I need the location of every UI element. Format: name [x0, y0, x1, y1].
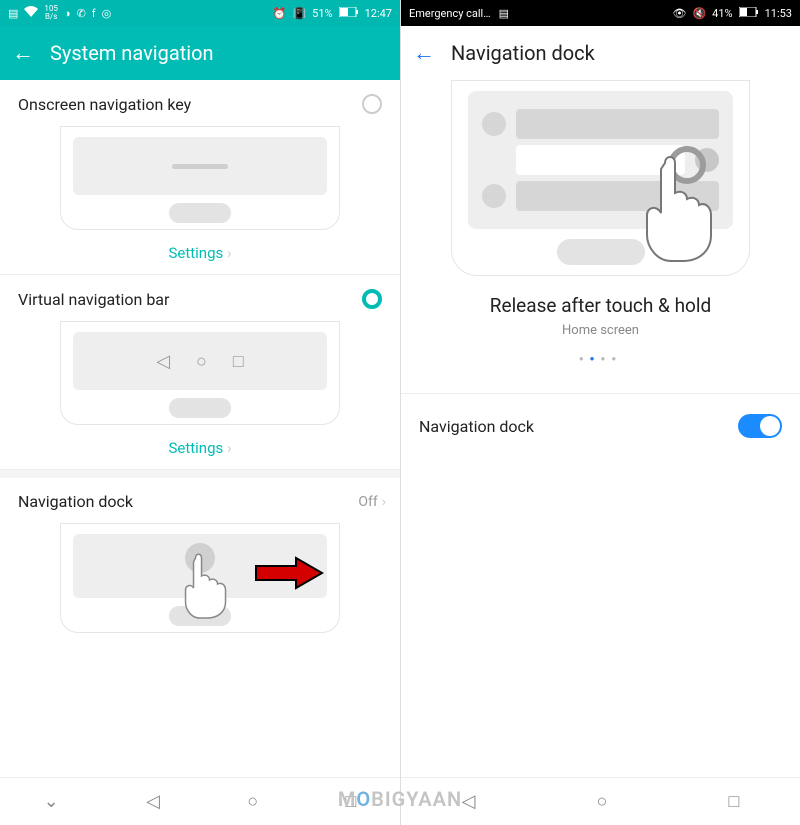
dot-icon: ● [579, 354, 590, 363]
wifi-icon [24, 6, 38, 20]
battery-icon [339, 7, 359, 20]
statusbar-left: ▤ 105 B/s ◑ ✆ f ◎ ⏰ 📳 51% 12:47 [0, 0, 400, 26]
settings-label: Settings [168, 244, 223, 262]
mute-icon: 🔇 [692, 7, 706, 20]
clock-text: 11:53 [765, 7, 792, 20]
page-indicator[interactable]: ●●●● [401, 354, 800, 363]
tutorial-title: Release after touch & hold [401, 294, 800, 317]
back-triangle-icon[interactable]: ◁ [146, 791, 160, 812]
home-circle-icon[interactable]: ○ [247, 791, 258, 812]
sim-icon: ▤ [499, 7, 509, 20]
network-speed: 105 B/s [44, 5, 58, 21]
home-circle-icon[interactable]: ○ [597, 791, 608, 812]
header-left: ← System navigation [0, 26, 400, 80]
battery-pct: 51% [312, 7, 332, 20]
radio-checked-icon[interactable] [362, 289, 382, 309]
toggle-label: Navigation dock [419, 417, 534, 436]
option-virtual-nav-bar[interactable]: Virtual navigation bar [0, 275, 400, 315]
status-left-icons: ▤ 105 B/s ◑ ✆ f ◎ [8, 5, 111, 21]
content-left: Onscreen navigation key Settings › Virtu… [0, 80, 400, 777]
vibrate-icon: 📳 [292, 7, 306, 20]
home-pill-icon [169, 398, 231, 418]
back-triangle-icon: ◁ [156, 351, 170, 372]
tutorial-illustration [451, 80, 750, 276]
recents-square-icon[interactable]: □ [729, 791, 740, 812]
recents-square-icon: □ [233, 351, 244, 372]
status-right-icons: ⏰ 📳 51% 12:47 [273, 7, 392, 20]
screen-left: ▤ 105 B/s ◑ ✆ f ◎ ⏰ 📳 51% 12:47 ← System… [0, 0, 400, 825]
screen-right: Emergency call… ▤ 👁 🔇 41% 11:53 ← Naviga… [400, 0, 800, 825]
statusbar-right: Emergency call… ▤ 👁 🔇 41% 11:53 [401, 0, 800, 26]
header-right: ← Navigation dock [401, 26, 800, 80]
chevron-right-icon: › [227, 244, 232, 262]
page-title: Navigation dock [451, 41, 595, 65]
option-navigation-dock[interactable]: Navigation dock Off › [0, 470, 400, 517]
navigation-dock-toggle-row[interactable]: Navigation dock [401, 394, 800, 458]
back-arrow-icon[interactable]: ← [12, 40, 34, 66]
gesture-line-icon [172, 164, 228, 169]
dot-active-icon: ● [590, 354, 601, 363]
hide-nav-icon[interactable]: ⌄ [44, 791, 59, 812]
toggle-switch-on[interactable] [738, 414, 782, 438]
alarm-icon: ⏰ [273, 7, 287, 20]
status-left-group: Emergency call… ▤ [409, 7, 509, 20]
content-right: Release after touch & hold Home screen ●… [401, 80, 800, 777]
eye-comfort-icon: 👁 [673, 7, 687, 20]
annotation-arrow-icon [254, 556, 324, 590]
tutorial-subtitle: Home screen [401, 323, 800, 338]
illustration-virtual-navbar: ◁ ○ □ [60, 321, 340, 425]
settings-link-onscreen[interactable]: Settings › [0, 238, 400, 275]
soft-nav-bar-left: ⌄ ◁ ○ □ [0, 777, 400, 825]
option-label: Onscreen navigation key [18, 95, 191, 114]
back-arrow-icon[interactable]: ← [413, 40, 435, 66]
chevron-right-icon: › [382, 494, 386, 510]
home-pill-icon [169, 203, 231, 223]
chrome-icon: ◎ [102, 7, 112, 20]
settings-link-virtual[interactable]: Settings › [0, 433, 400, 470]
facebook-icon: f [92, 7, 96, 20]
option-label: Virtual navigation bar [18, 290, 169, 309]
dot-icon: ● [601, 354, 612, 363]
soft-nav-bar-right: ◁ ○ □ [401, 777, 800, 825]
whatsapp-icon: ✆ [77, 7, 86, 20]
option-value: Off [358, 494, 377, 510]
kbps-unit: B/s [45, 13, 57, 21]
chevron-right-icon: › [227, 439, 232, 457]
dot-icon: ● [611, 354, 622, 363]
battery-icon [739, 7, 759, 20]
back-triangle-icon[interactable]: ◁ [462, 791, 476, 812]
clock-text: 12:47 [365, 7, 392, 20]
option-label: Navigation dock [18, 492, 133, 511]
list-bar-icon [516, 109, 719, 139]
app-dot-icon [482, 184, 506, 208]
illustration-onscreen-key [60, 126, 340, 230]
emergency-call-text: Emergency call… [409, 7, 491, 20]
option-onscreen-nav-key[interactable]: Onscreen navigation key [0, 80, 400, 120]
telegram-icon: ◑ [64, 7, 71, 20]
recents-square-icon[interactable]: □ [345, 791, 356, 812]
page-title: System navigation [50, 41, 214, 65]
battery-pct: 41% [712, 7, 732, 20]
sim-icon: ▤ [8, 7, 18, 20]
settings-label: Settings [168, 439, 223, 457]
status-right-group: 👁 🔇 41% 11:53 [673, 7, 793, 20]
radio-unchecked-icon[interactable] [362, 94, 382, 114]
home-circle-icon: ○ [196, 351, 207, 372]
pointing-hand-icon [631, 149, 741, 269]
pointing-hand-icon [176, 550, 244, 620]
app-dot-icon [482, 112, 506, 136]
